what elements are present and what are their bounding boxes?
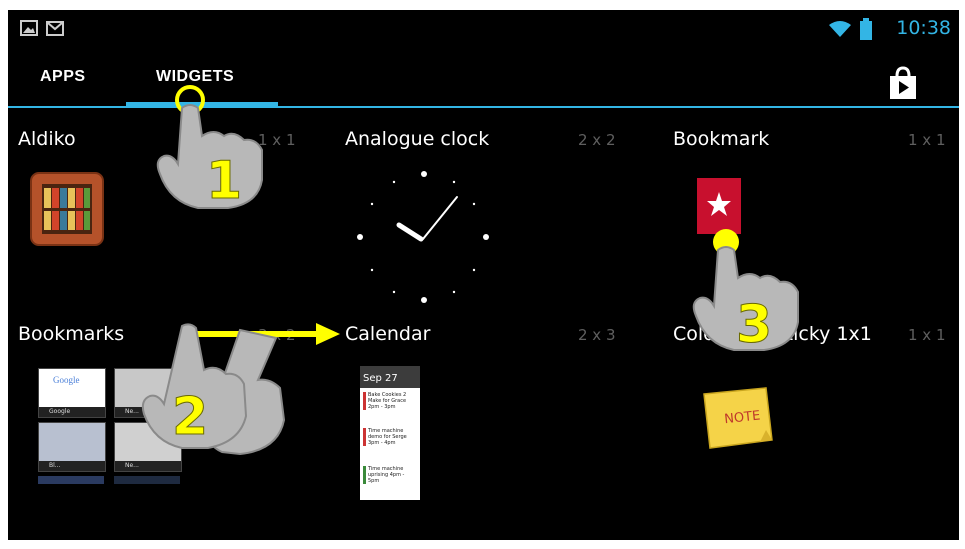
status-bar: 10:38 bbox=[8, 10, 959, 46]
tap-hand-icon: 1 bbox=[156, 85, 263, 212]
calendar-event: Time machine uprising 4pm - 5pm bbox=[363, 466, 415, 484]
widget-name: Calendar bbox=[345, 323, 431, 345]
widget-name: Bookmarks bbox=[18, 323, 125, 345]
battery-icon bbox=[860, 18, 872, 40]
step-number: 3 bbox=[736, 295, 772, 355]
widget-size: 2 x 2 bbox=[578, 131, 616, 149]
swipe-hand-icon: 2 bbox=[141, 323, 286, 456]
calendar-event: Time machine demo for Serge 3pm - 4pm bbox=[363, 428, 415, 446]
tab-apps[interactable]: APPS bbox=[40, 68, 86, 86]
calendar-preview: Sep 27 Bake Cookies 2 Make for Grace 2pm… bbox=[360, 366, 420, 500]
aldiko-bookshelf-icon bbox=[30, 172, 104, 246]
analog-clock-icon bbox=[357, 171, 489, 303]
image-notification-icon bbox=[20, 20, 38, 36]
widget-name: Bookmark bbox=[673, 128, 770, 150]
bookmark-thumb: Google Google bbox=[38, 368, 106, 418]
widget-size: 1 x 1 bbox=[908, 326, 946, 344]
note-icon: NOTE bbox=[703, 387, 773, 449]
widget-size: 2 x 3 bbox=[578, 326, 616, 344]
android-screen: 10:38 APPS WIDGETS Aldiko 1 x 1 Analogue… bbox=[8, 10, 959, 540]
tap-hand-icon: 3 bbox=[692, 229, 799, 356]
wifi-icon bbox=[829, 21, 851, 37]
gmail-notification-icon bbox=[46, 21, 64, 36]
widget-name: Aldiko bbox=[18, 128, 76, 150]
calendar-event: Bake Cookies 2 Make for Grace 2pm - 3pm bbox=[363, 392, 415, 410]
widget-size: 1 x 1 bbox=[908, 131, 946, 149]
calendar-date: Sep 27 bbox=[363, 373, 398, 384]
clock-time: 10:38 bbox=[896, 17, 951, 39]
play-store-icon[interactable] bbox=[888, 66, 918, 100]
bookmark-thumb: Bl... bbox=[38, 422, 106, 472]
step-number: 1 bbox=[206, 151, 242, 211]
step-number: 2 bbox=[172, 387, 208, 447]
widget-name: Analogue clock bbox=[345, 128, 490, 150]
